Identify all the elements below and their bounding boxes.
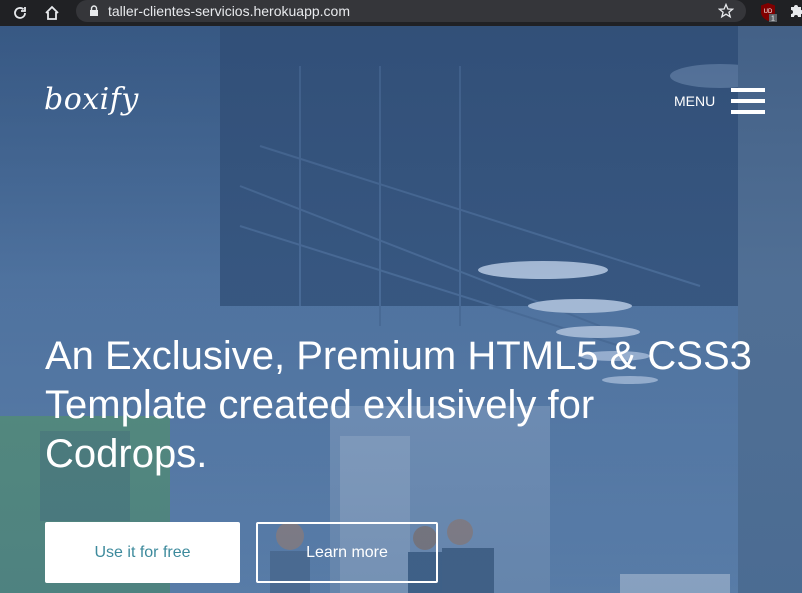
home-icon (45, 5, 59, 20)
star-icon[interactable] (718, 3, 734, 19)
url-text: taller-clientes-servicios.herokuapp.com (108, 3, 350, 19)
hero-section: boxify MENU An Exclusive, Premium HTML5 … (0, 26, 802, 593)
reload-button[interactable] (8, 1, 32, 25)
puzzle-icon[interactable] (788, 3, 802, 19)
hero-headline: An Exclusive, Premium HTML5 & CSS3 Templ… (45, 334, 752, 476)
home-button[interactable] (40, 1, 64, 25)
browser-toolbar: taller-clientes-servicios.herokuapp.com … (0, 0, 802, 26)
learn-more-button[interactable]: Learn more (256, 522, 438, 583)
lock-icon (90, 5, 98, 16)
use-it-free-button[interactable]: Use it for free (45, 522, 240, 583)
address-bar[interactable]: taller-clientes-servicios.herokuapp.com (76, 0, 746, 22)
site-logo[interactable]: boxify (44, 82, 139, 117)
hamburger-icon (731, 88, 766, 114)
ublock-icon[interactable]: UD 1 (758, 2, 778, 22)
menu-toggle[interactable]: MENU (674, 88, 766, 114)
reload-icon (14, 7, 26, 19)
menu-label: MENU (674, 93, 716, 109)
ublock-badge: 1 (771, 16, 775, 23)
